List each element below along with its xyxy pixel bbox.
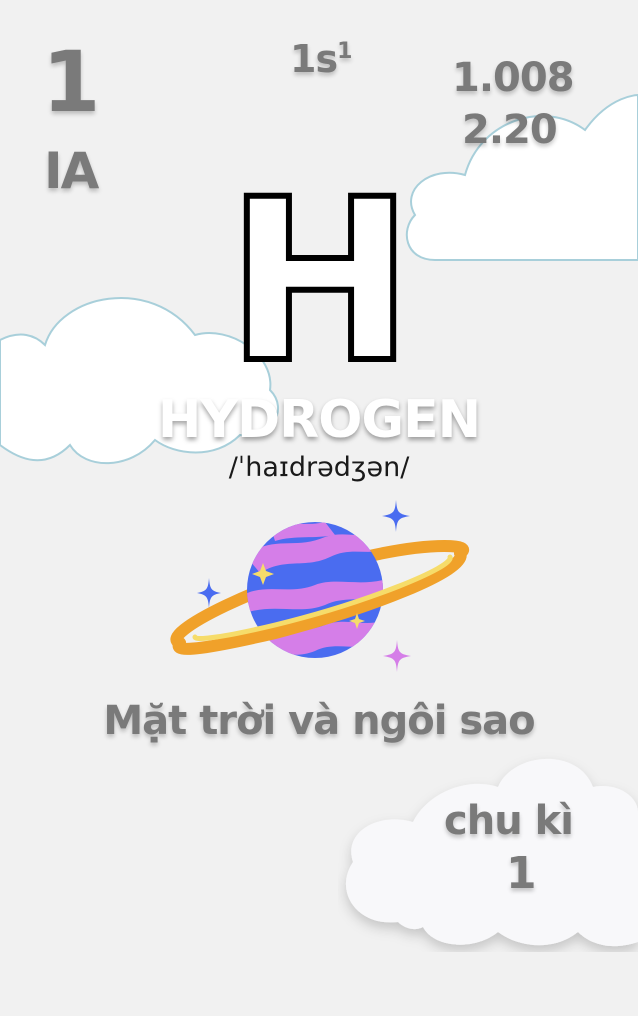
cloud-icon	[345, 758, 638, 947]
element-description: Mặt trời và ngôi sao	[103, 698, 535, 744]
element-symbol: H	[223, 151, 416, 412]
sparkle-icon	[197, 578, 221, 608]
configuration-base: 1s	[290, 37, 338, 81]
sparkle-icon	[382, 500, 410, 532]
atomic-mass: 1.008	[452, 55, 575, 101]
pronunciation: /ˈhaɪdrədʒən/	[228, 452, 410, 483]
period-label: chu kì	[444, 798, 574, 844]
electron-configuration: 1s1	[290, 37, 352, 81]
element-name: HYDROGEN	[157, 390, 481, 450]
atomic-number: 1	[42, 33, 100, 131]
electronegativity: 2.20	[462, 107, 558, 153]
group-label: IA	[44, 142, 99, 200]
period-value: 1	[506, 848, 537, 899]
sparkle-icon	[383, 640, 411, 672]
configuration-superscript: 1	[337, 39, 352, 64]
